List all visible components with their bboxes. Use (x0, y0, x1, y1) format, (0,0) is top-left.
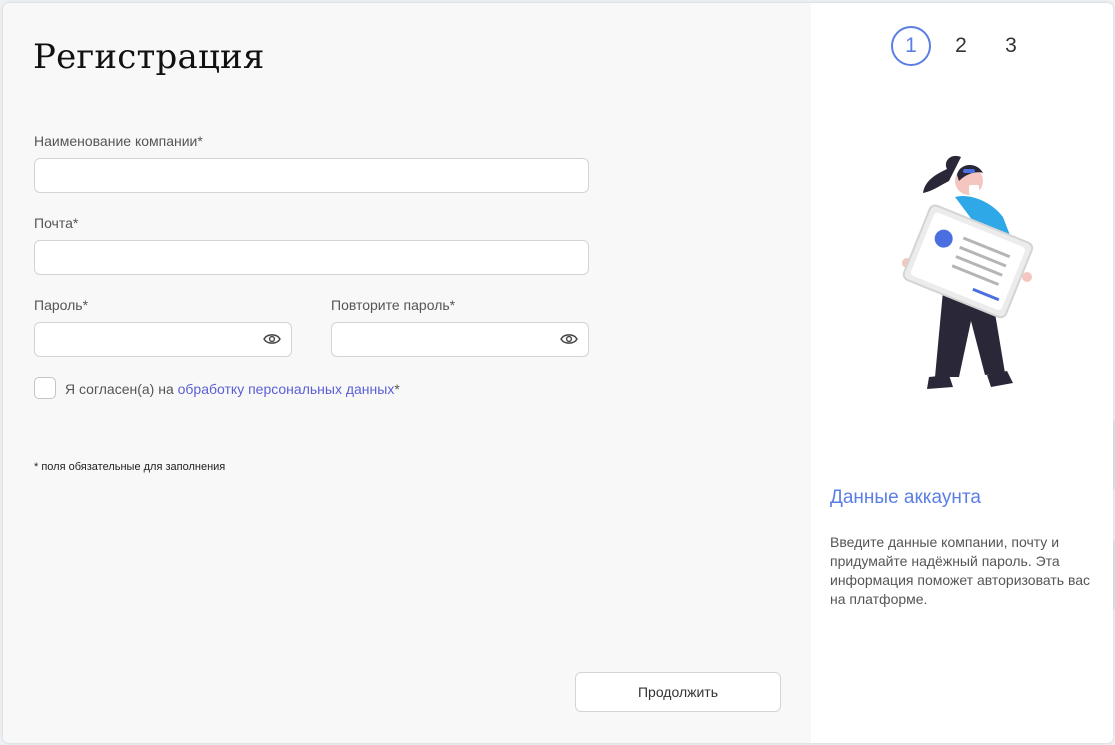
sidebar-description: Введите данные компании, почту и придума… (830, 534, 1091, 607)
registration-form: Регистрация Наименование компании* Почта… (3, 3, 811, 743)
password-label: Пароль* (34, 297, 89, 313)
eye-icon[interactable] (263, 332, 281, 346)
sidebar-title: Данные аккаунта (830, 487, 981, 508)
agree-suffix: * (394, 381, 400, 397)
personal-data-link[interactable]: обработку персональных данных (178, 381, 395, 397)
password-field-wrapper (34, 322, 292, 357)
company-label: Наименование компании* (34, 133, 203, 149)
step-1[interactable]: 1 (891, 26, 931, 66)
agree-prefix: Я согласен(а) на (65, 381, 174, 397)
sidebar-panel: 1 2 3 Данные аккаунта Введите данные ком… (811, 3, 1113, 743)
email-field[interactable] (34, 240, 589, 275)
password-repeat-input[interactable] (331, 322, 589, 357)
continue-button[interactable]: Продолжить (575, 672, 781, 712)
agree-label: Я согласен(а) на обработку персональных … (65, 381, 400, 397)
email-label: Почта* (34, 215, 79, 231)
required-fields-note: * поля обязательные для заполнения (34, 461, 226, 473)
woman-with-document-illustration (873, 151, 1053, 401)
registration-modal: Регистрация Наименование компании* Почта… (3, 3, 1113, 743)
step-3[interactable]: 3 (991, 26, 1031, 66)
password-input[interactable] (34, 322, 292, 357)
password-repeat-field-wrapper (331, 322, 589, 357)
eye-icon[interactable] (560, 332, 578, 346)
step-2[interactable]: 2 (941, 26, 981, 66)
agree-checkbox[interactable] (34, 377, 56, 399)
password-repeat-label: Повторите пароль* (331, 297, 456, 313)
page-title: Регистрация (33, 37, 265, 77)
company-input[interactable] (34, 158, 589, 193)
